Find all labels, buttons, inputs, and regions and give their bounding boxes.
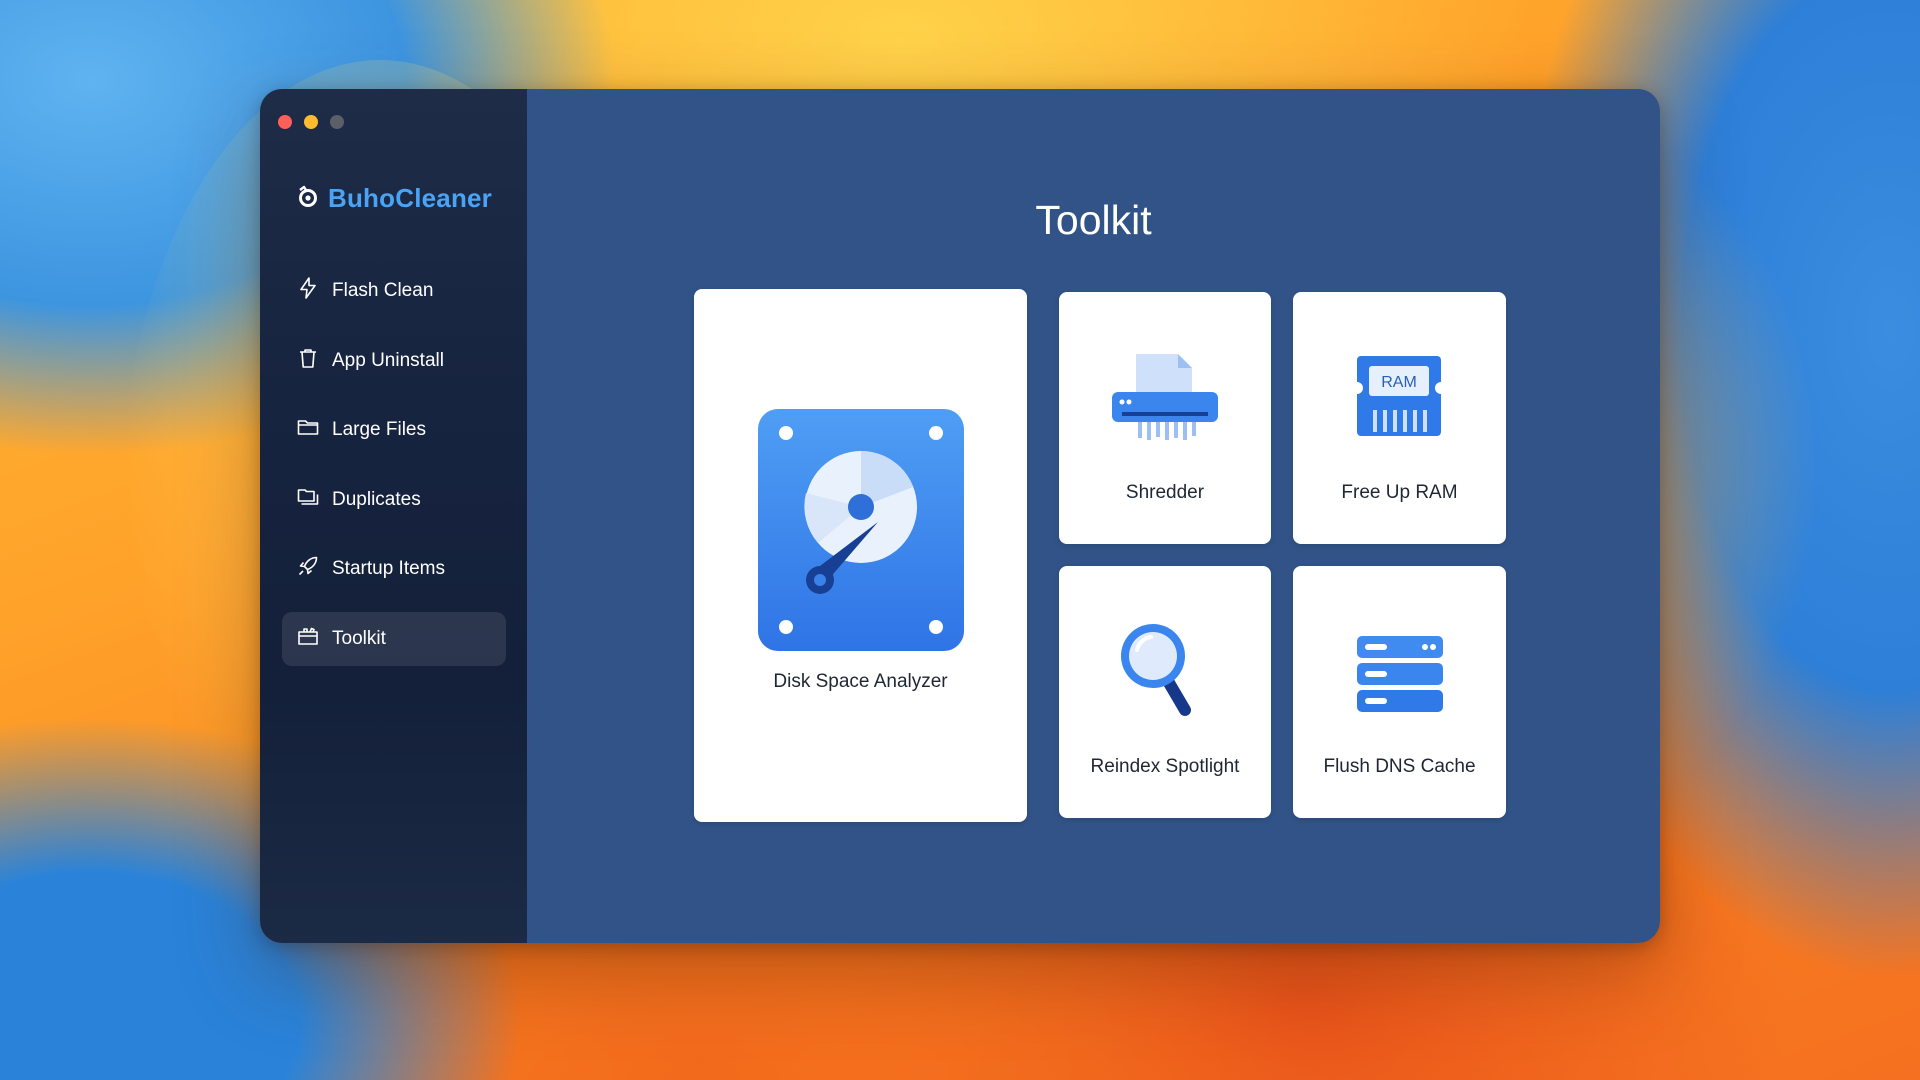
- magnifier-icon: [1119, 620, 1199, 725]
- tool-card-reindex-spotlight[interactable]: Reindex Spotlight: [1059, 566, 1271, 818]
- sidebar-item-label: Large Files: [332, 419, 426, 440]
- zoom-window-button[interactable]: [330, 115, 344, 129]
- sidebar-item-label: Toolkit: [332, 627, 386, 649]
- minimize-window-button[interactable]: [304, 115, 318, 129]
- ram-chip-text: RAM: [1381, 374, 1417, 391]
- close-window-button[interactable]: [278, 115, 292, 129]
- tool-card-label: Reindex Spotlight: [1090, 756, 1240, 777]
- duplicates-icon: [296, 485, 320, 515]
- brand: BuhoCleaner: [296, 183, 492, 214]
- page-title: Toolkit: [1035, 197, 1152, 243]
- sidebar: BuhoCleaner Flash Clean App Uninstall La…: [260, 89, 527, 943]
- shredder-icon: [1112, 352, 1218, 447]
- tool-card-label: Flush DNS Cache: [1323, 756, 1476, 777]
- tool-card-label: Shredder: [1125, 482, 1205, 503]
- main-panel: Toolkit Disk Space Analyzer Shredder RAM…: [527, 89, 1660, 943]
- tool-card-free-up-ram[interactable]: RAM Free Up RAM: [1293, 292, 1506, 544]
- app-name: BuhoCleaner: [328, 183, 493, 213]
- buho-logo-icon: [296, 184, 320, 213]
- sidebar-item-flash-clean[interactable]: Flash Clean: [282, 264, 506, 318]
- tool-card-label: Disk Space Analyzer: [773, 671, 948, 692]
- toolbox-icon: [296, 624, 320, 654]
- folder-icon: [296, 415, 320, 445]
- sidebar-item-label: Duplicates: [332, 488, 421, 510]
- sidebar-item-app-uninstall[interactable]: App Uninstall: [282, 334, 506, 388]
- tool-card-shredder[interactable]: Shredder: [1059, 292, 1271, 544]
- trash-icon: [296, 346, 320, 376]
- window-controls: [278, 115, 344, 129]
- sidebar-item-label: Startup Items: [332, 558, 445, 579]
- tool-card-label: Free Up RAM: [1341, 482, 1458, 503]
- bolt-icon: [296, 276, 320, 306]
- tool-card-flush-dns-cache[interactable]: Flush DNS Cache: [1293, 566, 1506, 818]
- server-icon: [1357, 636, 1443, 717]
- sidebar-item-large-files[interactable]: Large Files: [282, 403, 506, 457]
- app-window: BuhoCleaner Flash Clean App Uninstall La…: [260, 89, 1660, 943]
- tool-card-disk-space-analyzer[interactable]: Disk Space Analyzer: [694, 289, 1027, 822]
- sidebar-nav: Flash Clean App Uninstall Large Files Du…: [282, 264, 506, 681]
- hard-disk-icon: [758, 409, 964, 656]
- rocket-icon: [296, 554, 320, 584]
- sidebar-item-label: Flash Clean: [332, 280, 434, 301]
- sidebar-item-duplicates[interactable]: Duplicates: [282, 473, 506, 527]
- ram-chip-icon: RAM: [1353, 356, 1445, 445]
- sidebar-item-toolkit[interactable]: Toolkit: [282, 611, 506, 666]
- sidebar-item-label: App Uninstall: [332, 349, 444, 371]
- sidebar-item-startup-items[interactable]: Startup Items: [282, 542, 506, 596]
